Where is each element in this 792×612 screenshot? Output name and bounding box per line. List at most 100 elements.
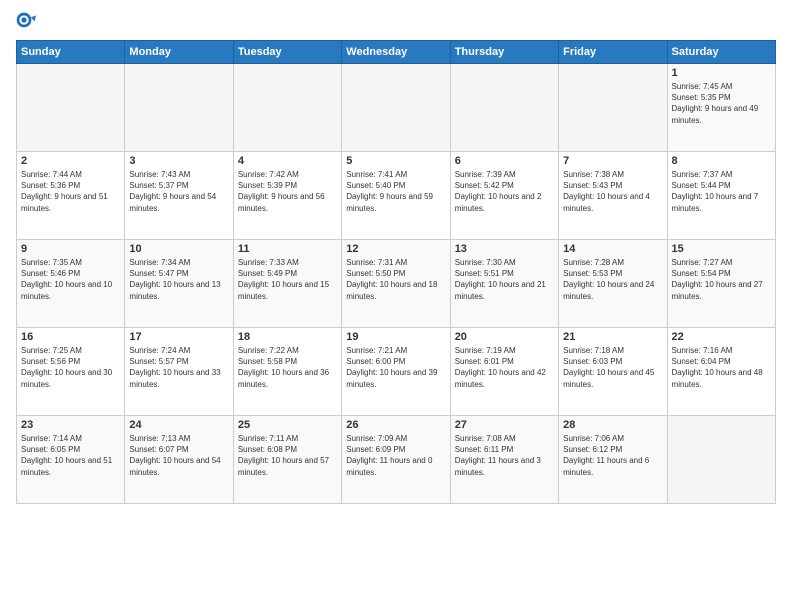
day-info: Sunrise: 7:11 AM Sunset: 6:08 PM Dayligh… [238, 433, 337, 478]
logo-icon [16, 12, 36, 32]
day-number: 2 [21, 155, 120, 167]
day-number: 7 [563, 155, 662, 167]
day-info: Sunrise: 7:44 AM Sunset: 5:36 PM Dayligh… [21, 169, 120, 214]
day-number: 24 [129, 419, 228, 431]
day-number: 17 [129, 331, 228, 343]
day-info: Sunrise: 7:19 AM Sunset: 6:01 PM Dayligh… [455, 345, 554, 390]
calendar-cell: 14 Sunrise: 7:28 AM Sunset: 5:53 PM Dayli… [559, 240, 667, 328]
day-info: Sunrise: 7:41 AM Sunset: 5:40 PM Dayligh… [346, 169, 445, 214]
calendar-cell: 21 Sunrise: 7:18 AM Sunset: 6:03 PM Dayli… [559, 328, 667, 416]
page: SundayMondayTuesdayWednesdayThursdayFrid… [0, 0, 792, 612]
calendar-cell: 28 Sunrise: 7:06 AM Sunset: 6:12 PM Dayli… [559, 416, 667, 504]
day-info: Sunrise: 7:31 AM Sunset: 5:50 PM Dayligh… [346, 257, 445, 302]
calendar-cell: 11 Sunrise: 7:33 AM Sunset: 5:49 PM Dayli… [233, 240, 341, 328]
day-number: 21 [563, 331, 662, 343]
day-info: Sunrise: 7:08 AM Sunset: 6:11 PM Dayligh… [455, 433, 554, 478]
day-number: 10 [129, 243, 228, 255]
day-info: Sunrise: 7:18 AM Sunset: 6:03 PM Dayligh… [563, 345, 662, 390]
weekday-header-monday: Monday [125, 41, 233, 64]
weekday-header-wednesday: Wednesday [342, 41, 450, 64]
day-number: 8 [672, 155, 771, 167]
calendar-cell [233, 64, 341, 152]
day-number: 1 [672, 67, 771, 79]
day-info: Sunrise: 7:16 AM Sunset: 6:04 PM Dayligh… [672, 345, 771, 390]
calendar-cell: 12Sunrise: 7:31 AM Sunset: 5:50 PM Dayli… [342, 240, 450, 328]
day-info: Sunrise: 7:13 AM Sunset: 6:07 PM Dayligh… [129, 433, 228, 478]
weekday-header-friday: Friday [559, 41, 667, 64]
calendar-week-1: 1 Sunrise: 7:45 AM Sunset: 5:35 PM Daylig… [17, 64, 776, 152]
day-number: 27 [455, 419, 554, 431]
calendar-cell: 17 Sunrise: 7:24 AM Sunset: 5:57 PM Dayli… [125, 328, 233, 416]
calendar-cell: 6 Sunrise: 7:39 AM Sunset: 5:42 PM Daylig… [450, 152, 558, 240]
day-number: 20 [455, 331, 554, 343]
calendar-week-2: 2 Sunrise: 7:44 AM Sunset: 5:36 PM Daylig… [17, 152, 776, 240]
day-info: Sunrise: 7:21 AM Sunset: 6:00 PM Dayligh… [346, 345, 445, 390]
calendar-week-3: 9 Sunrise: 7:35 AM Sunset: 5:46 PM Daylig… [17, 240, 776, 328]
weekday-header-thursday: Thursday [450, 41, 558, 64]
day-number: 26 [346, 419, 445, 431]
calendar-cell: 20 Sunrise: 7:19 AM Sunset: 6:01 PM Dayli… [450, 328, 558, 416]
day-info: Sunrise: 7:06 AM Sunset: 6:12 PM Dayligh… [563, 433, 662, 478]
calendar-cell: 27 Sunrise: 7:08 AM Sunset: 6:11 PM Dayli… [450, 416, 558, 504]
calendar-cell: 4Sunrise: 7:42 AM Sunset: 5:39 PM Daylig… [233, 152, 341, 240]
calendar-cell: 25 Sunrise: 7:11 AM Sunset: 6:08 PM Dayli… [233, 416, 341, 504]
day-number: 28 [563, 419, 662, 431]
day-info: Sunrise: 7:09 AM Sunset: 6:09 PM Dayligh… [346, 433, 445, 478]
day-number: 22 [672, 331, 771, 343]
day-info: Sunrise: 7:22 AM Sunset: 5:58 PM Dayligh… [238, 345, 337, 390]
calendar-cell [450, 64, 558, 152]
day-info: Sunrise: 7:30 AM Sunset: 5:51 PM Dayligh… [455, 257, 554, 302]
day-info: Sunrise: 7:45 AM Sunset: 5:35 PM Dayligh… [672, 81, 771, 126]
calendar-cell: 24 Sunrise: 7:13 AM Sunset: 6:07 PM Dayli… [125, 416, 233, 504]
day-info: Sunrise: 7:34 AM Sunset: 5:47 PM Dayligh… [129, 257, 228, 302]
day-number: 14 [563, 243, 662, 255]
day-number: 25 [238, 419, 337, 431]
calendar-cell: 23 Sunrise: 7:14 AM Sunset: 6:05 PM Dayli… [17, 416, 125, 504]
day-info: Sunrise: 7:39 AM Sunset: 5:42 PM Dayligh… [455, 169, 554, 214]
day-number: 6 [455, 155, 554, 167]
calendar-cell: 16Sunrise: 7:25 AM Sunset: 5:56 PM Dayli… [17, 328, 125, 416]
day-info: Sunrise: 7:24 AM Sunset: 5:57 PM Dayligh… [129, 345, 228, 390]
calendar-cell: 2 Sunrise: 7:44 AM Sunset: 5:36 PM Daylig… [17, 152, 125, 240]
day-info: Sunrise: 7:27 AM Sunset: 5:54 PM Dayligh… [672, 257, 771, 302]
calendar-week-5: 23 Sunrise: 7:14 AM Sunset: 6:05 PM Dayli… [17, 416, 776, 504]
day-number: 19 [346, 331, 445, 343]
calendar-cell: 9 Sunrise: 7:35 AM Sunset: 5:46 PM Daylig… [17, 240, 125, 328]
weekday-header-saturday: Saturday [667, 41, 775, 64]
calendar-cell [342, 64, 450, 152]
weekday-header-sunday: Sunday [17, 41, 125, 64]
calendar-cell: 7 Sunrise: 7:38 AM Sunset: 5:43 PM Daylig… [559, 152, 667, 240]
calendar-cell: 5 Sunrise: 7:41 AM Sunset: 5:40 PM Daylig… [342, 152, 450, 240]
header [16, 12, 776, 32]
day-info: Sunrise: 7:33 AM Sunset: 5:49 PM Dayligh… [238, 257, 337, 302]
day-number: 11 [238, 243, 337, 255]
calendar-cell [125, 64, 233, 152]
calendar-cell: 22 Sunrise: 7:16 AM Sunset: 6:04 PM Dayli… [667, 328, 775, 416]
day-info: Sunrise: 7:25 AM Sunset: 5:56 PM Dayligh… [21, 345, 120, 390]
day-number: 18 [238, 331, 337, 343]
day-info: Sunrise: 7:38 AM Sunset: 5:43 PM Dayligh… [563, 169, 662, 214]
day-info: Sunrise: 7:35 AM Sunset: 5:46 PM Dayligh… [21, 257, 120, 302]
calendar-cell: 19 Sunrise: 7:21 AM Sunset: 6:00 PM Dayli… [342, 328, 450, 416]
day-info: Sunrise: 7:37 AM Sunset: 5:44 PM Dayligh… [672, 169, 771, 214]
calendar-cell: 26 Sunrise: 7:09 AM Sunset: 6:09 PM Dayli… [342, 416, 450, 504]
calendar-cell: 15 Sunrise: 7:27 AM Sunset: 5:54 PM Dayli… [667, 240, 775, 328]
calendar-cell: 13 Sunrise: 7:30 AM Sunset: 5:51 PM Dayli… [450, 240, 558, 328]
calendar-week-4: 16Sunrise: 7:25 AM Sunset: 5:56 PM Dayli… [17, 328, 776, 416]
calendar-cell [17, 64, 125, 152]
weekday-header-row: SundayMondayTuesdayWednesdayThursdayFrid… [17, 41, 776, 64]
day-info: Sunrise: 7:28 AM Sunset: 5:53 PM Dayligh… [563, 257, 662, 302]
day-number: 15 [672, 243, 771, 255]
day-info: Sunrise: 7:14 AM Sunset: 6:05 PM Dayligh… [21, 433, 120, 478]
calendar-table: SundayMondayTuesdayWednesdayThursdayFrid… [16, 40, 776, 504]
calendar-cell: 10 Sunrise: 7:34 AM Sunset: 5:47 PM Dayli… [125, 240, 233, 328]
day-number: 5 [346, 155, 445, 167]
day-number: 9 [21, 243, 120, 255]
day-number: 23 [21, 419, 120, 431]
logo [16, 12, 40, 32]
day-info: Sunrise: 7:42 AM Sunset: 5:39 PM Dayligh… [238, 169, 337, 214]
calendar-cell: 3Sunrise: 7:43 AM Sunset: 5:37 PM Daylig… [125, 152, 233, 240]
day-info: Sunrise: 7:43 AM Sunset: 5:37 PM Dayligh… [129, 169, 228, 214]
calendar-cell [559, 64, 667, 152]
day-number: 13 [455, 243, 554, 255]
